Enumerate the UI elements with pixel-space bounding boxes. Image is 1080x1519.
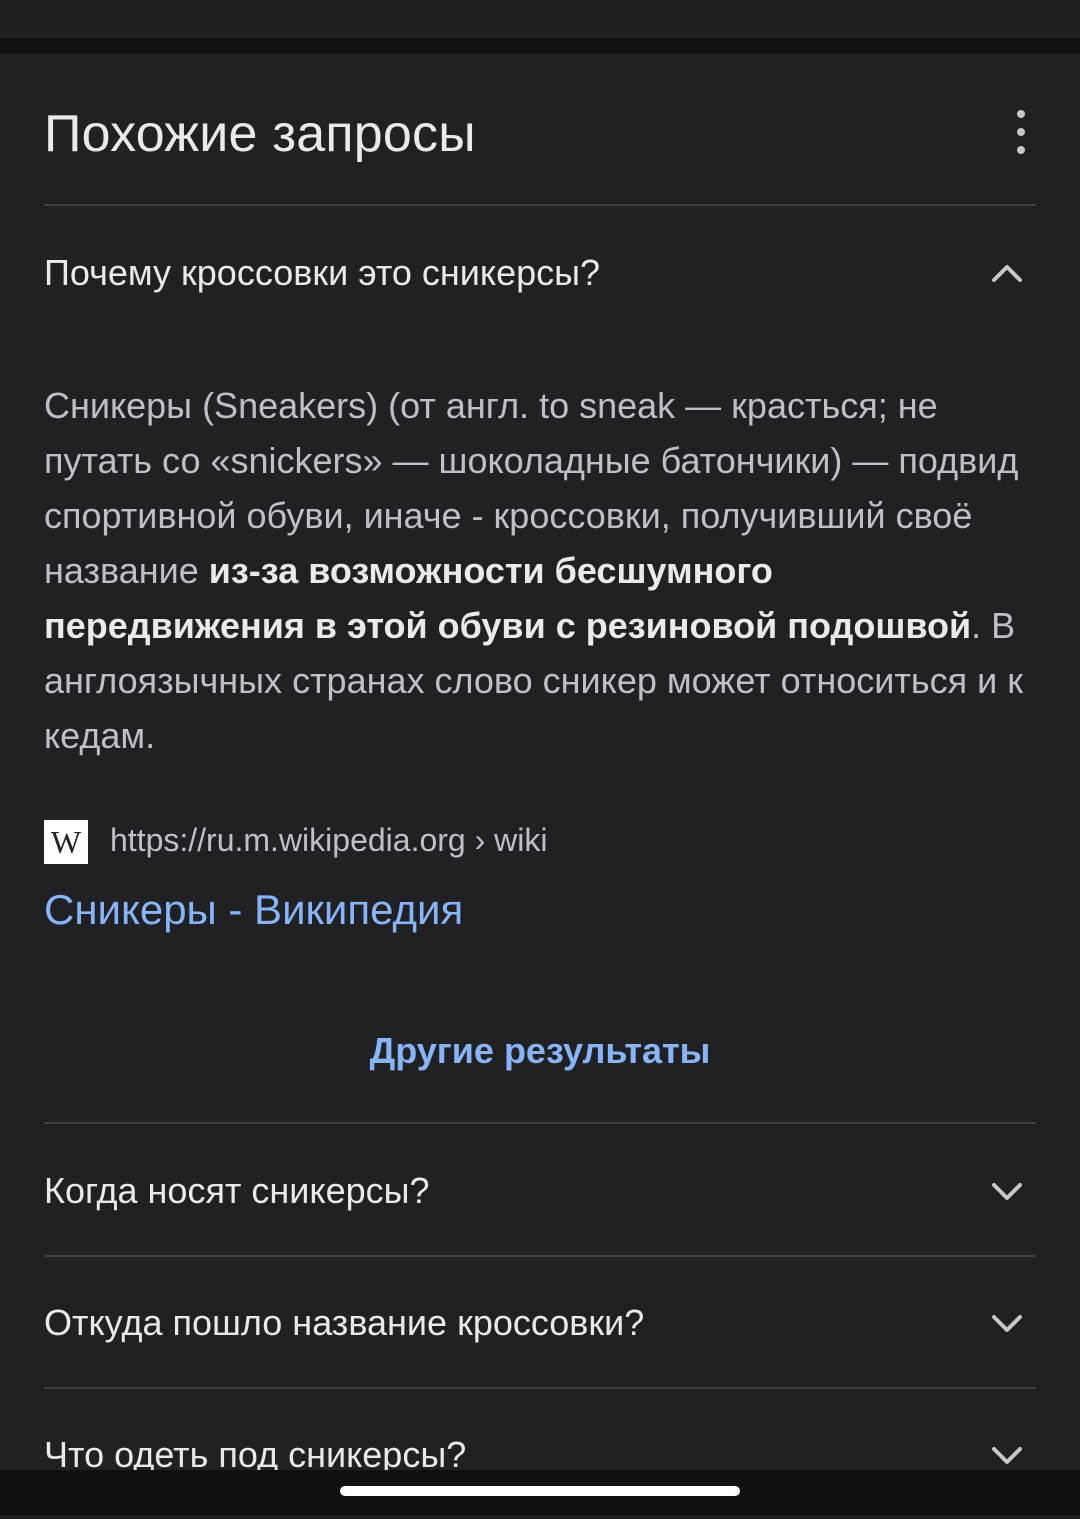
source-info: W https://ru.m.wikipedia.org › wiki: [44, 818, 1036, 866]
question-row[interactable]: Откуда пошло название кроссовки?: [44, 1257, 1036, 1387]
question-label: Когда носят сникерсы?: [44, 1170, 430, 1211]
home-indicator[interactable]: [340, 1486, 740, 1496]
answer-snippet: Сникеры (Sneakers) (от англ. to sneak — …: [44, 385, 1023, 756]
section-separator: [0, 38, 1080, 54]
question-row[interactable]: Когда носят сникерсы?: [44, 1124, 1036, 1254]
more-vert-icon[interactable]: [1006, 110, 1036, 154]
question-label: Откуда пошло название кроссовки?: [44, 1302, 645, 1343]
chevron-down-icon: [992, 1440, 1022, 1470]
chevron-down-icon: [992, 1308, 1022, 1338]
top-strip: [0, 0, 1080, 38]
question-label: Почему кроссовки это сникерсы?: [44, 252, 601, 293]
chevron-up-icon: [992, 258, 1022, 288]
source-url: https://ru.m.wikipedia.org › wiki: [110, 822, 548, 858]
card-header: Похожие запросы: [44, 54, 1036, 204]
navigation-bar: [0, 1470, 1080, 1515]
card-title: Похожие запросы: [44, 105, 476, 163]
result-link[interactable]: Сникеры - Википедия: [44, 886, 463, 934]
question-row-expanded[interactable]: Почему кроссовки это сникерсы?: [44, 206, 1036, 336]
chevron-down-icon: [992, 1176, 1022, 1206]
wikipedia-logo-icon: W: [44, 820, 88, 864]
more-results-button[interactable]: Другие результаты: [0, 1030, 1080, 1072]
